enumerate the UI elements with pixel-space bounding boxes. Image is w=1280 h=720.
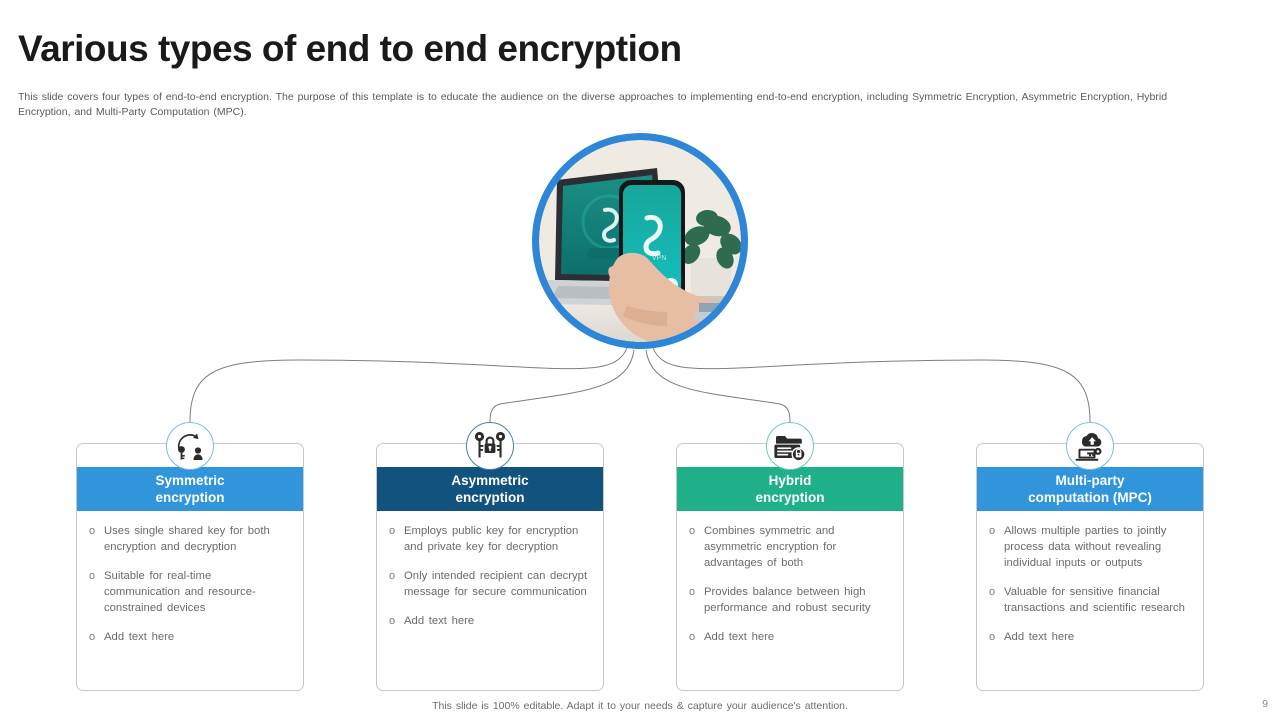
bullet-text: Allows multiple parties to jointly proce… <box>1004 525 1167 569</box>
card-header: Symmetric encryption <box>77 467 303 511</box>
hand-holding-phone-vpn-photo: VPN <box>539 140 741 342</box>
bullet-placeholder-text[interactable]: Add text here <box>104 629 291 645</box>
cloud-laptop-key-icon <box>1066 422 1114 470</box>
bullet-marker-icon: o <box>389 525 396 537</box>
list-item: o Only intended recipient can decrypt me… <box>389 568 591 600</box>
bullet-marker-icon: o <box>989 631 996 643</box>
bullet-text: Uses single shared key for both encrypti… <box>104 525 270 553</box>
bullet-placeholder-text[interactable]: Add text here <box>404 613 591 629</box>
page-number: 9 <box>1262 698 1268 710</box>
list-item[interactable]: o Add text here <box>89 629 291 645</box>
bullet-marker-icon: o <box>89 631 96 643</box>
key-arrow-lock-icon <box>166 422 214 470</box>
card-title-line1: Hybrid <box>768 473 812 488</box>
bullet-marker-icon: o <box>89 570 96 582</box>
server-folder-lock-icon <box>766 422 814 470</box>
list-item[interactable]: o Add text here <box>689 629 891 645</box>
list-item: o Employs public key for encryption and … <box>389 523 591 555</box>
page-subtitle: This slide covers four types of end-to-e… <box>18 91 1168 118</box>
bullet-marker-icon: o <box>689 586 696 598</box>
bullet-text: Combines symmetric and asymmetric encryp… <box>704 525 837 569</box>
bullet-marker-icon: o <box>989 525 996 537</box>
card-header: Hybrid encryption <box>677 467 903 511</box>
card-header: Multi-party computation (MPC) <box>977 467 1203 511</box>
list-item: o Allows multiple parties to jointly pro… <box>989 523 1191 571</box>
bullet-marker-icon: o <box>89 525 96 537</box>
bullet-placeholder-text[interactable]: Add text here <box>704 629 891 645</box>
bullet-text: Provides balance between high performanc… <box>704 586 871 614</box>
card-title-line2: encryption <box>755 490 825 505</box>
list-item[interactable]: o Add text here <box>989 629 1191 645</box>
bullet-marker-icon: o <box>989 586 996 598</box>
list-item: o Valuable for sensitive financial trans… <box>989 584 1191 616</box>
list-item[interactable]: o Add text here <box>389 613 591 629</box>
card-multi-party-computation[interactable]: Multi-party computation (MPC) o Allows m… <box>976 443 1204 691</box>
list-item: o Uses single shared key for both encryp… <box>89 523 291 555</box>
list-item: o Provides balance between high performa… <box>689 584 891 616</box>
card-header: Asymmetric encryption <box>377 467 603 511</box>
card-symmetric-encryption[interactable]: Symmetric encryption o Uses single share… <box>76 443 304 691</box>
cards-row: Symmetric encryption o Uses single share… <box>0 443 1280 695</box>
svg-text:VPN: VPN <box>652 255 666 262</box>
card-asymmetric-encryption[interactable]: Asymmetric encryption o Employs public k… <box>376 443 604 691</box>
bullet-text: Only intended recipient can decrypt mess… <box>404 570 588 598</box>
hero-image: VPN <box>532 133 748 349</box>
bullet-placeholder-text[interactable]: Add text here <box>1004 629 1191 645</box>
card-title-line1: Symmetric <box>155 473 225 488</box>
bullet-marker-icon: o <box>689 525 696 537</box>
bullet-marker-icon: o <box>389 615 396 627</box>
list-item: o Suitable for real-time communication a… <box>89 568 291 616</box>
two-keys-padlock-icon <box>466 422 514 470</box>
page-title: Various types of end to end encryption <box>18 28 682 69</box>
card-body: o Employs public key for encryption and … <box>377 513 603 642</box>
bullet-marker-icon: o <box>689 631 696 643</box>
card-title-line1: Asymmetric <box>451 473 529 488</box>
card-title-line2: computation (MPC) <box>1028 490 1152 505</box>
card-title-line2: encryption <box>455 490 525 505</box>
bullet-marker-icon: o <box>389 570 396 582</box>
card-body: o Allows multiple parties to jointly pro… <box>977 513 1203 658</box>
card-title-line2: encryption <box>155 490 225 505</box>
editable-note: This slide is 100% editable. Adapt it to… <box>432 700 848 712</box>
bullet-text: Employs public key for encryption and pr… <box>404 525 579 553</box>
card-body: o Combines symmetric and asymmetric encr… <box>677 513 903 658</box>
card-hybrid-encryption[interactable]: Hybrid encryption o Combines symmetric a… <box>676 443 904 691</box>
bullet-text: Valuable for sensitive financial transac… <box>1004 586 1185 614</box>
hero-ring: VPN <box>532 133 748 349</box>
list-item: o Combines symmetric and asymmetric encr… <box>689 523 891 571</box>
card-body: o Uses single shared key for both encryp… <box>77 513 303 658</box>
bullet-text: Suitable for real-time communication and… <box>104 570 256 614</box>
card-title-line1: Multi-party <box>1055 473 1125 488</box>
